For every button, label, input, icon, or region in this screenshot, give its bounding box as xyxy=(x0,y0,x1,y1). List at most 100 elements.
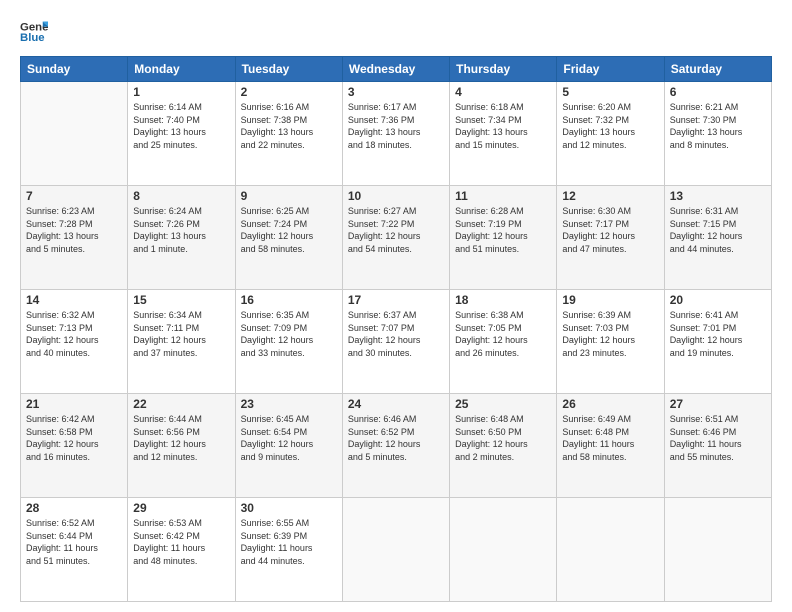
day-number: 1 xyxy=(133,85,229,99)
day-number: 10 xyxy=(348,189,444,203)
cell-info: Sunrise: 6:45 AM Sunset: 6:54 PM Dayligh… xyxy=(241,413,337,463)
header: General Blue xyxy=(20,18,772,46)
cell-info: Sunrise: 6:46 AM Sunset: 6:52 PM Dayligh… xyxy=(348,413,444,463)
day-number: 29 xyxy=(133,501,229,515)
calendar-cell: 3Sunrise: 6:17 AM Sunset: 7:36 PM Daylig… xyxy=(342,82,449,186)
weekday-header: Thursday xyxy=(450,57,557,82)
calendar-cell: 5 Sunrise: 6:20 AM Sunset: 7:32 PM Daylig… xyxy=(557,82,664,186)
calendar-week-row: 1 Sunrise: 6:14 AM Sunset: 7:40 PM Daylig… xyxy=(21,82,772,186)
day-number: 23 xyxy=(241,397,337,411)
cell-info: Sunrise: 6:28 AM Sunset: 7:19 PM Dayligh… xyxy=(455,205,551,255)
day-number: 18 xyxy=(455,293,551,307)
calendar-cell: 18 Sunrise: 6:38 AM Sunset: 7:05 PM Dayli… xyxy=(450,290,557,394)
day-number: 27 xyxy=(670,397,766,411)
calendar-cell: 2 Sunrise: 6:16 AM Sunset: 7:38 PM Daylig… xyxy=(235,82,342,186)
cell-info: Sunrise: 6:34 AM Sunset: 7:11 PM Dayligh… xyxy=(133,309,229,359)
calendar-cell: 21 Sunrise: 6:42 AM Sunset: 6:58 PM Dayli… xyxy=(21,394,128,498)
cell-info: Sunrise: 6:25 AM Sunset: 7:24 PM Dayligh… xyxy=(241,205,337,255)
weekday-header: Monday xyxy=(128,57,235,82)
day-number: 14 xyxy=(26,293,122,307)
calendar-cell: 23 Sunrise: 6:45 AM Sunset: 6:54 PM Dayli… xyxy=(235,394,342,498)
calendar-cell xyxy=(342,498,449,602)
day-number: 13 xyxy=(670,189,766,203)
day-number: 30 xyxy=(241,501,337,515)
cell-info: Sunrise: 6:24 AM Sunset: 7:26 PM Dayligh… xyxy=(133,205,229,255)
day-number: 24 xyxy=(348,397,444,411)
day-number: 17 xyxy=(348,293,444,307)
logo-icon: General Blue xyxy=(20,18,48,46)
calendar-cell xyxy=(557,498,664,602)
cell-info: Sunrise: 6:14 AM Sunset: 7:40 PM Dayligh… xyxy=(133,101,229,151)
cell-info: Sunrise: 6:38 AM Sunset: 7:05 PM Dayligh… xyxy=(455,309,551,359)
day-number: 15 xyxy=(133,293,229,307)
day-number: 7 xyxy=(26,189,122,203)
calendar-cell: 4Sunrise: 6:18 AM Sunset: 7:34 PM Daylig… xyxy=(450,82,557,186)
cell-info: Sunrise: 6:20 AM Sunset: 7:32 PM Dayligh… xyxy=(562,101,658,151)
calendar-cell: 28Sunrise: 6:52 AM Sunset: 6:44 PM Dayli… xyxy=(21,498,128,602)
cell-info: Sunrise: 6:39 AM Sunset: 7:03 PM Dayligh… xyxy=(562,309,658,359)
day-number: 3 xyxy=(348,85,444,99)
calendar-cell: 9 Sunrise: 6:25 AM Sunset: 7:24 PM Daylig… xyxy=(235,186,342,290)
weekday-header: Tuesday xyxy=(235,57,342,82)
calendar-cell: 1 Sunrise: 6:14 AM Sunset: 7:40 PM Daylig… xyxy=(128,82,235,186)
calendar-cell: 8 Sunrise: 6:24 AM Sunset: 7:26 PM Daylig… xyxy=(128,186,235,290)
day-number: 5 xyxy=(562,85,658,99)
calendar-cell xyxy=(664,498,771,602)
day-number: 8 xyxy=(133,189,229,203)
calendar-week-row: 7 Sunrise: 6:23 AM Sunset: 7:28 PM Daylig… xyxy=(21,186,772,290)
calendar-cell: 25 Sunrise: 6:48 AM Sunset: 6:50 PM Dayli… xyxy=(450,394,557,498)
calendar-cell: 19 Sunrise: 6:39 AM Sunset: 7:03 PM Dayli… xyxy=(557,290,664,394)
calendar-cell: 17 Sunrise: 6:37 AM Sunset: 7:07 PM Dayli… xyxy=(342,290,449,394)
day-number: 12 xyxy=(562,189,658,203)
cell-info: Sunrise: 6:41 AM Sunset: 7:01 PM Dayligh… xyxy=(670,309,766,359)
calendar-cell xyxy=(21,82,128,186)
day-number: 2 xyxy=(241,85,337,99)
day-number: 22 xyxy=(133,397,229,411)
cell-info: Sunrise: 6:31 AM Sunset: 7:15 PM Dayligh… xyxy=(670,205,766,255)
cell-info: Sunrise: 6:35 AM Sunset: 7:09 PM Dayligh… xyxy=(241,309,337,359)
cell-info: Sunrise: 6:27 AM Sunset: 7:22 PM Dayligh… xyxy=(348,205,444,255)
cell-info: Sunrise: 6:42 AM Sunset: 6:58 PM Dayligh… xyxy=(26,413,122,463)
weekday-header: Friday xyxy=(557,57,664,82)
calendar-cell xyxy=(450,498,557,602)
cell-info: Sunrise: 6:49 AM Sunset: 6:48 PM Dayligh… xyxy=(562,413,658,463)
cell-info: Sunrise: 6:51 AM Sunset: 6:46 PM Dayligh… xyxy=(670,413,766,463)
cell-info: Sunrise: 6:55 AM Sunset: 6:39 PM Dayligh… xyxy=(241,517,337,567)
calendar-cell: 27 Sunrise: 6:51 AM Sunset: 6:46 PM Dayli… xyxy=(664,394,771,498)
day-number: 21 xyxy=(26,397,122,411)
day-number: 26 xyxy=(562,397,658,411)
cell-info: Sunrise: 6:21 AM Sunset: 7:30 PM Dayligh… xyxy=(670,101,766,151)
day-number: 19 xyxy=(562,293,658,307)
calendar-cell: 24 Sunrise: 6:46 AM Sunset: 6:52 PM Dayli… xyxy=(342,394,449,498)
calendar-cell: 14 Sunrise: 6:32 AM Sunset: 7:13 PM Dayli… xyxy=(21,290,128,394)
calendar-cell: 12Sunrise: 6:30 AM Sunset: 7:17 PM Dayli… xyxy=(557,186,664,290)
cell-info: Sunrise: 6:16 AM Sunset: 7:38 PM Dayligh… xyxy=(241,101,337,151)
day-number: 20 xyxy=(670,293,766,307)
cell-info: Sunrise: 6:48 AM Sunset: 6:50 PM Dayligh… xyxy=(455,413,551,463)
weekday-header: Saturday xyxy=(664,57,771,82)
weekday-header: Sunday xyxy=(21,57,128,82)
cell-info: Sunrise: 6:37 AM Sunset: 7:07 PM Dayligh… xyxy=(348,309,444,359)
day-number: 16 xyxy=(241,293,337,307)
day-number: 9 xyxy=(241,189,337,203)
cell-info: Sunrise: 6:32 AM Sunset: 7:13 PM Dayligh… xyxy=(26,309,122,359)
calendar-cell: 13 Sunrise: 6:31 AM Sunset: 7:15 PM Dayli… xyxy=(664,186,771,290)
calendar-cell: 29 Sunrise: 6:53 AM Sunset: 6:42 PM Dayli… xyxy=(128,498,235,602)
calendar-cell: 6Sunrise: 6:21 AM Sunset: 7:30 PM Daylig… xyxy=(664,82,771,186)
cell-info: Sunrise: 6:53 AM Sunset: 6:42 PM Dayligh… xyxy=(133,517,229,567)
day-number: 4 xyxy=(455,85,551,99)
calendar-cell: 30 Sunrise: 6:55 AM Sunset: 6:39 PM Dayli… xyxy=(235,498,342,602)
day-number: 11 xyxy=(455,189,551,203)
calendar-week-row: 21 Sunrise: 6:42 AM Sunset: 6:58 PM Dayli… xyxy=(21,394,772,498)
calendar-cell: 15 Sunrise: 6:34 AM Sunset: 7:11 PM Dayli… xyxy=(128,290,235,394)
cell-info: Sunrise: 6:52 AM Sunset: 6:44 PM Dayligh… xyxy=(26,517,122,567)
cell-info: Sunrise: 6:23 AM Sunset: 7:28 PM Dayligh… xyxy=(26,205,122,255)
calendar-cell: 7 Sunrise: 6:23 AM Sunset: 7:28 PM Daylig… xyxy=(21,186,128,290)
calendar-cell: 11 Sunrise: 6:28 AM Sunset: 7:19 PM Dayli… xyxy=(450,186,557,290)
calendar-cell: 22 Sunrise: 6:44 AM Sunset: 6:56 PM Dayli… xyxy=(128,394,235,498)
day-number: 25 xyxy=(455,397,551,411)
svg-text:Blue: Blue xyxy=(20,32,45,44)
calendar-week-row: 14 Sunrise: 6:32 AM Sunset: 7:13 PM Dayli… xyxy=(21,290,772,394)
calendar-week-row: 28Sunrise: 6:52 AM Sunset: 6:44 PM Dayli… xyxy=(21,498,772,602)
cell-info: Sunrise: 6:44 AM Sunset: 6:56 PM Dayligh… xyxy=(133,413,229,463)
